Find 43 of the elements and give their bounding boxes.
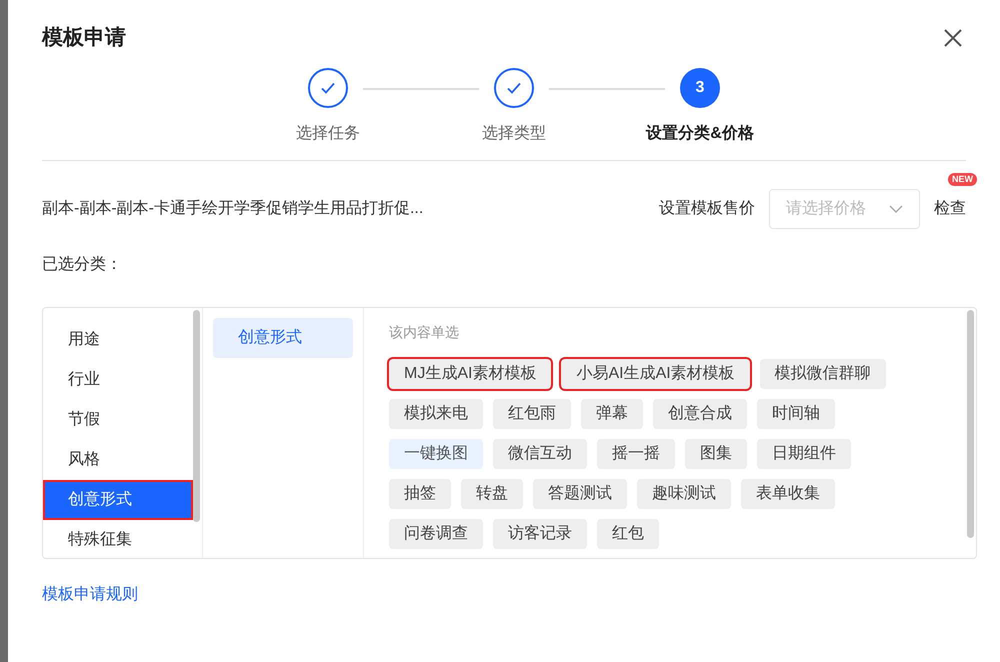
tag-chip[interactable]: 红包	[597, 518, 659, 548]
tag-chip[interactable]: 图集	[685, 438, 747, 468]
template-name: 副本-副本-副本-卡通手绘开学季促销学生用品打折促...	[42, 198, 424, 218]
tag-chip[interactable]: 问卷调查	[389, 518, 483, 548]
selected-categories-label: 已选分类：	[42, 254, 123, 274]
category-item[interactable]: 特殊征集	[43, 520, 193, 560]
tag-chip[interactable]: 创意合成	[653, 398, 747, 428]
category-item[interactable]: 行业	[43, 360, 193, 400]
tag-chip[interactable]: 模拟微信群聊	[760, 358, 886, 388]
new-badge: NEW	[948, 172, 977, 186]
check-link[interactable]: 检查	[934, 196, 966, 220]
tag-chip[interactable]: 访客记录	[493, 518, 587, 548]
hint-text: 该内容单选	[389, 322, 460, 342]
tag-chip[interactable]: 摇一摇	[597, 438, 675, 468]
tag-chip[interactable]: 一键换图	[389, 438, 483, 468]
tag-chip[interactable]: 表单收集	[741, 478, 835, 508]
tag-chip[interactable]: 红包雨	[493, 398, 571, 428]
subcategory-item[interactable]: 创意形式	[213, 318, 353, 358]
tag-chip[interactable]: 弹幕	[581, 398, 643, 428]
step-label: 设置分类&价格	[646, 124, 754, 144]
category-item[interactable]: 节假	[43, 400, 193, 440]
dialog-title: 模板申请	[42, 25, 126, 51]
step-number: 3	[680, 68, 720, 108]
tag-chip[interactable]: 转盘	[461, 478, 523, 508]
tag-chip[interactable]: 答题测试	[533, 478, 627, 508]
category-item[interactable]: 风格	[43, 440, 193, 480]
tag-chip[interactable]: 微信互动	[493, 438, 587, 468]
step-label: 选择任务	[296, 124, 360, 144]
tag-chip[interactable]: 日期组件	[757, 438, 851, 468]
step-label: 选择类型	[482, 124, 546, 144]
category-item[interactable]: 创意形式	[43, 480, 193, 520]
tag-chip[interactable]: 模拟来电	[389, 398, 483, 428]
tag-chip[interactable]: 趣味测试	[637, 478, 731, 508]
scrollbar[interactable]	[967, 310, 974, 538]
rules-link[interactable]: 模板申请规则	[42, 582, 138, 606]
tag-chip[interactable]: 抽签	[389, 478, 451, 508]
tag-chip[interactable]: 时间轴	[757, 398, 835, 428]
tag-chip[interactable]: MJ生成AI素材模板	[389, 358, 552, 388]
category-item[interactable]: 用途	[43, 320, 193, 360]
price-label: 设置模板售价	[659, 198, 755, 218]
chevron-down-icon	[889, 204, 903, 212]
tag-chip[interactable]: 小易AI生成AI素材模板	[561, 358, 750, 388]
scrollbar[interactable]	[193, 310, 200, 522]
